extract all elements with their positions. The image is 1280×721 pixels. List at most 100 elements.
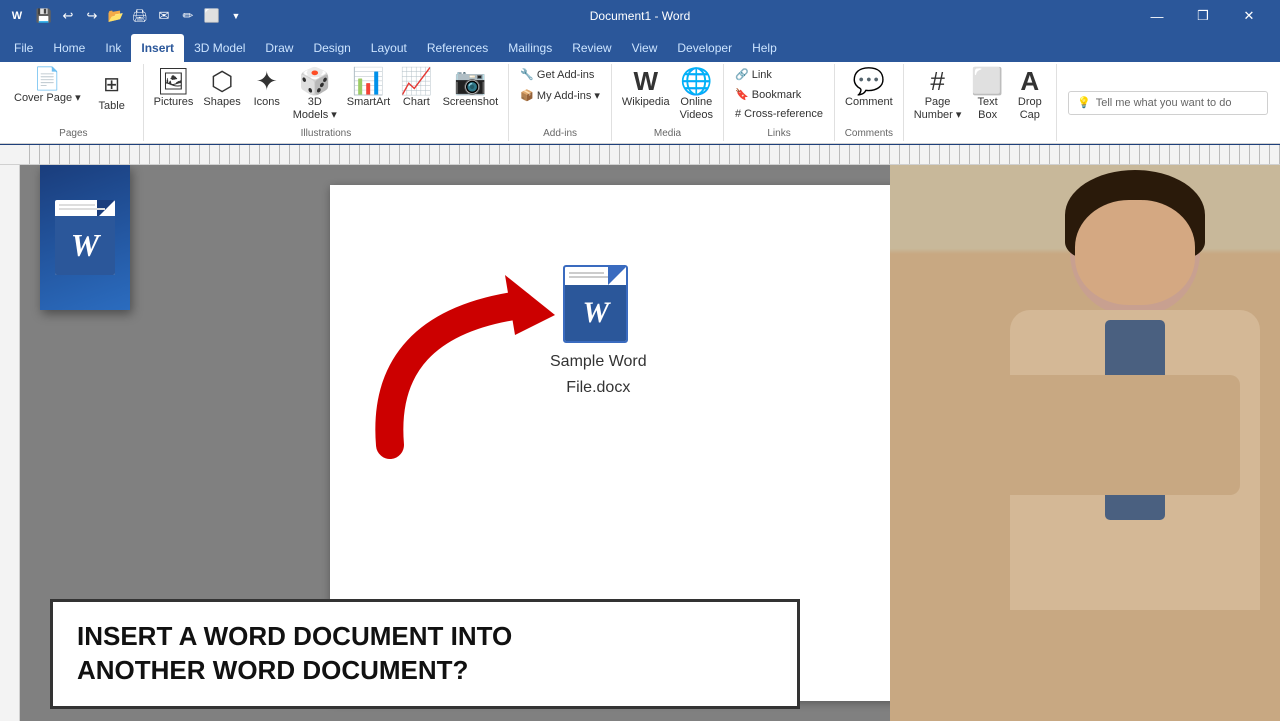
wikipedia-label: Wikipedia [622, 96, 670, 109]
ruler-scale [20, 145, 1280, 164]
illustrations-items: 🖼 Pictures ⬡ Shapes ✦ Icons 🎲 3DModels ▾… [150, 66, 503, 126]
qat-save[interactable]: 💾 [34, 6, 54, 26]
page-number-button[interactable]: # PageNumber ▾ [910, 66, 966, 124]
icons-button[interactable]: ✦ Icons [247, 66, 287, 111]
tab-file[interactable]: File [4, 34, 43, 62]
table-button[interactable]: ⊞ Table [87, 70, 137, 114]
ribbon-group-comments: 💬 Comment Comments [835, 64, 904, 141]
qat-print-preview[interactable]: 🖨 [130, 6, 150, 26]
pages-items: 📄 Cover Page ▾ ⊞ Table [10, 66, 137, 126]
drop-cap-label: DropCap [1018, 96, 1042, 122]
icons-label: Icons [254, 96, 280, 109]
document-area[interactable]: W [20, 165, 1280, 721]
tab-draw[interactable]: Draw [255, 34, 303, 62]
tab-help[interactable]: Help [742, 34, 787, 62]
text-box-label: TextBox [978, 96, 998, 122]
get-addins-button[interactable]: 🔧 Get Add-ins [515, 66, 599, 83]
tell-me-input[interactable]: 💡 Tell me what you want to do [1068, 91, 1268, 115]
cover-page-label: Cover Page ▾ [14, 92, 81, 105]
red-arrow-graphic [360, 245, 580, 465]
shapes-label: Shapes [203, 96, 240, 109]
screenshot-icon: 📷 [454, 68, 486, 94]
ribbon-group-illustrations: 🖼 Pictures ⬡ Shapes ✦ Icons 🎲 3DModels ▾… [144, 64, 510, 141]
word-logo: W [40, 165, 130, 310]
tab-mailings[interactable]: Mailings [498, 34, 562, 62]
get-addins-label: Get Add-ins [537, 69, 594, 81]
wikipedia-button[interactable]: W Wikipedia [618, 66, 674, 111]
qat-redo[interactable]: ↪ [82, 6, 102, 26]
person-area [890, 165, 1280, 721]
table-label: Table [99, 100, 125, 112]
qat-email[interactable]: ✉ [154, 6, 174, 26]
cover-page-button[interactable]: 📄 Cover Page ▾ [10, 66, 85, 107]
tab-review[interactable]: Review [562, 34, 621, 62]
tab-design[interactable]: Design [303, 34, 360, 62]
tab-ink[interactable]: Ink [95, 34, 131, 62]
qat-undo[interactable]: ↩ [58, 6, 78, 26]
shapes-icon: ⬡ [211, 68, 234, 94]
my-addins-button[interactable]: 📦 My Add-ins ▾ [515, 87, 605, 104]
pictures-button[interactable]: 🖼 Pictures [150, 66, 198, 111]
online-videos-button[interactable]: 🌐 OnlineVideos [676, 66, 717, 124]
tab-references[interactable]: References [417, 34, 498, 62]
minimize-button[interactable]: — [1134, 0, 1180, 32]
tab-view[interactable]: View [622, 34, 668, 62]
bookmark-button[interactable]: 🔖 Bookmark [730, 86, 806, 103]
drop-cap-button[interactable]: A DropCap [1010, 66, 1050, 124]
text-box-button[interactable]: ⬜ TextBox [967, 66, 1007, 124]
ribbon-group-pages: 📄 Cover Page ▾ ⊞ Table Pages [4, 64, 144, 141]
smartart-label: SmartArt [347, 96, 390, 109]
file-label-line1: Sample Word [550, 353, 647, 371]
person-figure [890, 165, 1280, 721]
cross-reference-button[interactable]: # Cross-reference [730, 106, 828, 122]
icons-icon: ✦ [256, 68, 278, 94]
tab-layout[interactable]: Layout [361, 34, 417, 62]
ribbon-group-media: W Wikipedia 🌐 OnlineVideos Media [612, 64, 724, 141]
qat-customize[interactable]: ▼ [226, 6, 246, 26]
title-bar: W 💾 ↩ ↪ 📂 🖨 ✉ ✏ ⬜ ▼ Document1 - Word — ❒… [0, 0, 1280, 32]
qat-markup[interactable]: ✏ [178, 6, 198, 26]
tab-home[interactable]: Home [43, 34, 95, 62]
online-videos-label: OnlineVideos [680, 96, 713, 122]
table-icon: ⊞ [103, 72, 120, 97]
close-button[interactable]: ✕ [1226, 0, 1272, 32]
word-app-icon: W [8, 7, 26, 25]
ribbon: File Home Ink Insert 3D Model Draw Desig… [0, 32, 1280, 145]
3dmodels-label: 3DModels ▾ [293, 96, 337, 122]
window-title: Document1 - Word [590, 9, 690, 23]
smartart-button[interactable]: 📊 SmartArt [343, 66, 394, 111]
bottom-text-box: INSERT A WORD DOCUMENT INTO ANOTHER WORD… [50, 599, 800, 709]
word-logo-doc: W [55, 200, 115, 275]
bottom-text-line2: ANOTHER WORD DOCUMENT? [77, 654, 773, 688]
comment-label: Comment [845, 96, 893, 109]
ribbon-content: 📄 Cover Page ▾ ⊞ Table Pages 🖼 Pictures [0, 62, 1280, 144]
word-file-icon: W [563, 265, 633, 345]
link-button[interactable]: 🔗 Link [730, 66, 777, 83]
tab-developer[interactable]: Developer [667, 34, 742, 62]
file-label-line2: File.docx [566, 379, 630, 397]
tab-3dmodel[interactable]: 3D Model [184, 34, 255, 62]
chart-button[interactable]: 📈 Chart [396, 66, 436, 111]
horizontal-ruler [0, 145, 1280, 165]
word-file-icon-area: W Sample Word File.docx [550, 265, 647, 397]
ribbon-group-header-footer: # PageNumber ▾ ⬜ TextBox A DropCap [904, 64, 1057, 141]
pages-group-label: Pages [59, 126, 87, 139]
page-number-label: PageNumber ▾ [914, 96, 962, 122]
restore-button[interactable]: ❒ [1180, 0, 1226, 32]
screenshot-button[interactable]: 📷 Screenshot [439, 66, 503, 111]
main-area: W [0, 165, 1280, 721]
screenshot-label: Screenshot [443, 96, 499, 109]
3dmodels-button[interactable]: 🎲 3DModels ▾ [289, 66, 341, 124]
tab-insert[interactable]: Insert [131, 34, 184, 62]
comment-button[interactable]: 💬 Comment [841, 66, 897, 111]
get-addins-icon: 🔧 [520, 68, 534, 81]
online-videos-icon: 🌐 [680, 68, 712, 94]
tell-me-text: Tell me what you want to do [1096, 97, 1232, 109]
wikipedia-icon: W [633, 68, 658, 94]
cover-page-icon: 📄 [34, 68, 61, 90]
qat-misc[interactable]: ⬜ [202, 6, 222, 26]
qat-open[interactable]: 📂 [106, 6, 126, 26]
link-icon: 🔗 [735, 68, 749, 81]
ribbon-tab-bar: File Home Ink Insert 3D Model Draw Desig… [0, 32, 1280, 62]
shapes-button[interactable]: ⬡ Shapes [199, 66, 244, 111]
